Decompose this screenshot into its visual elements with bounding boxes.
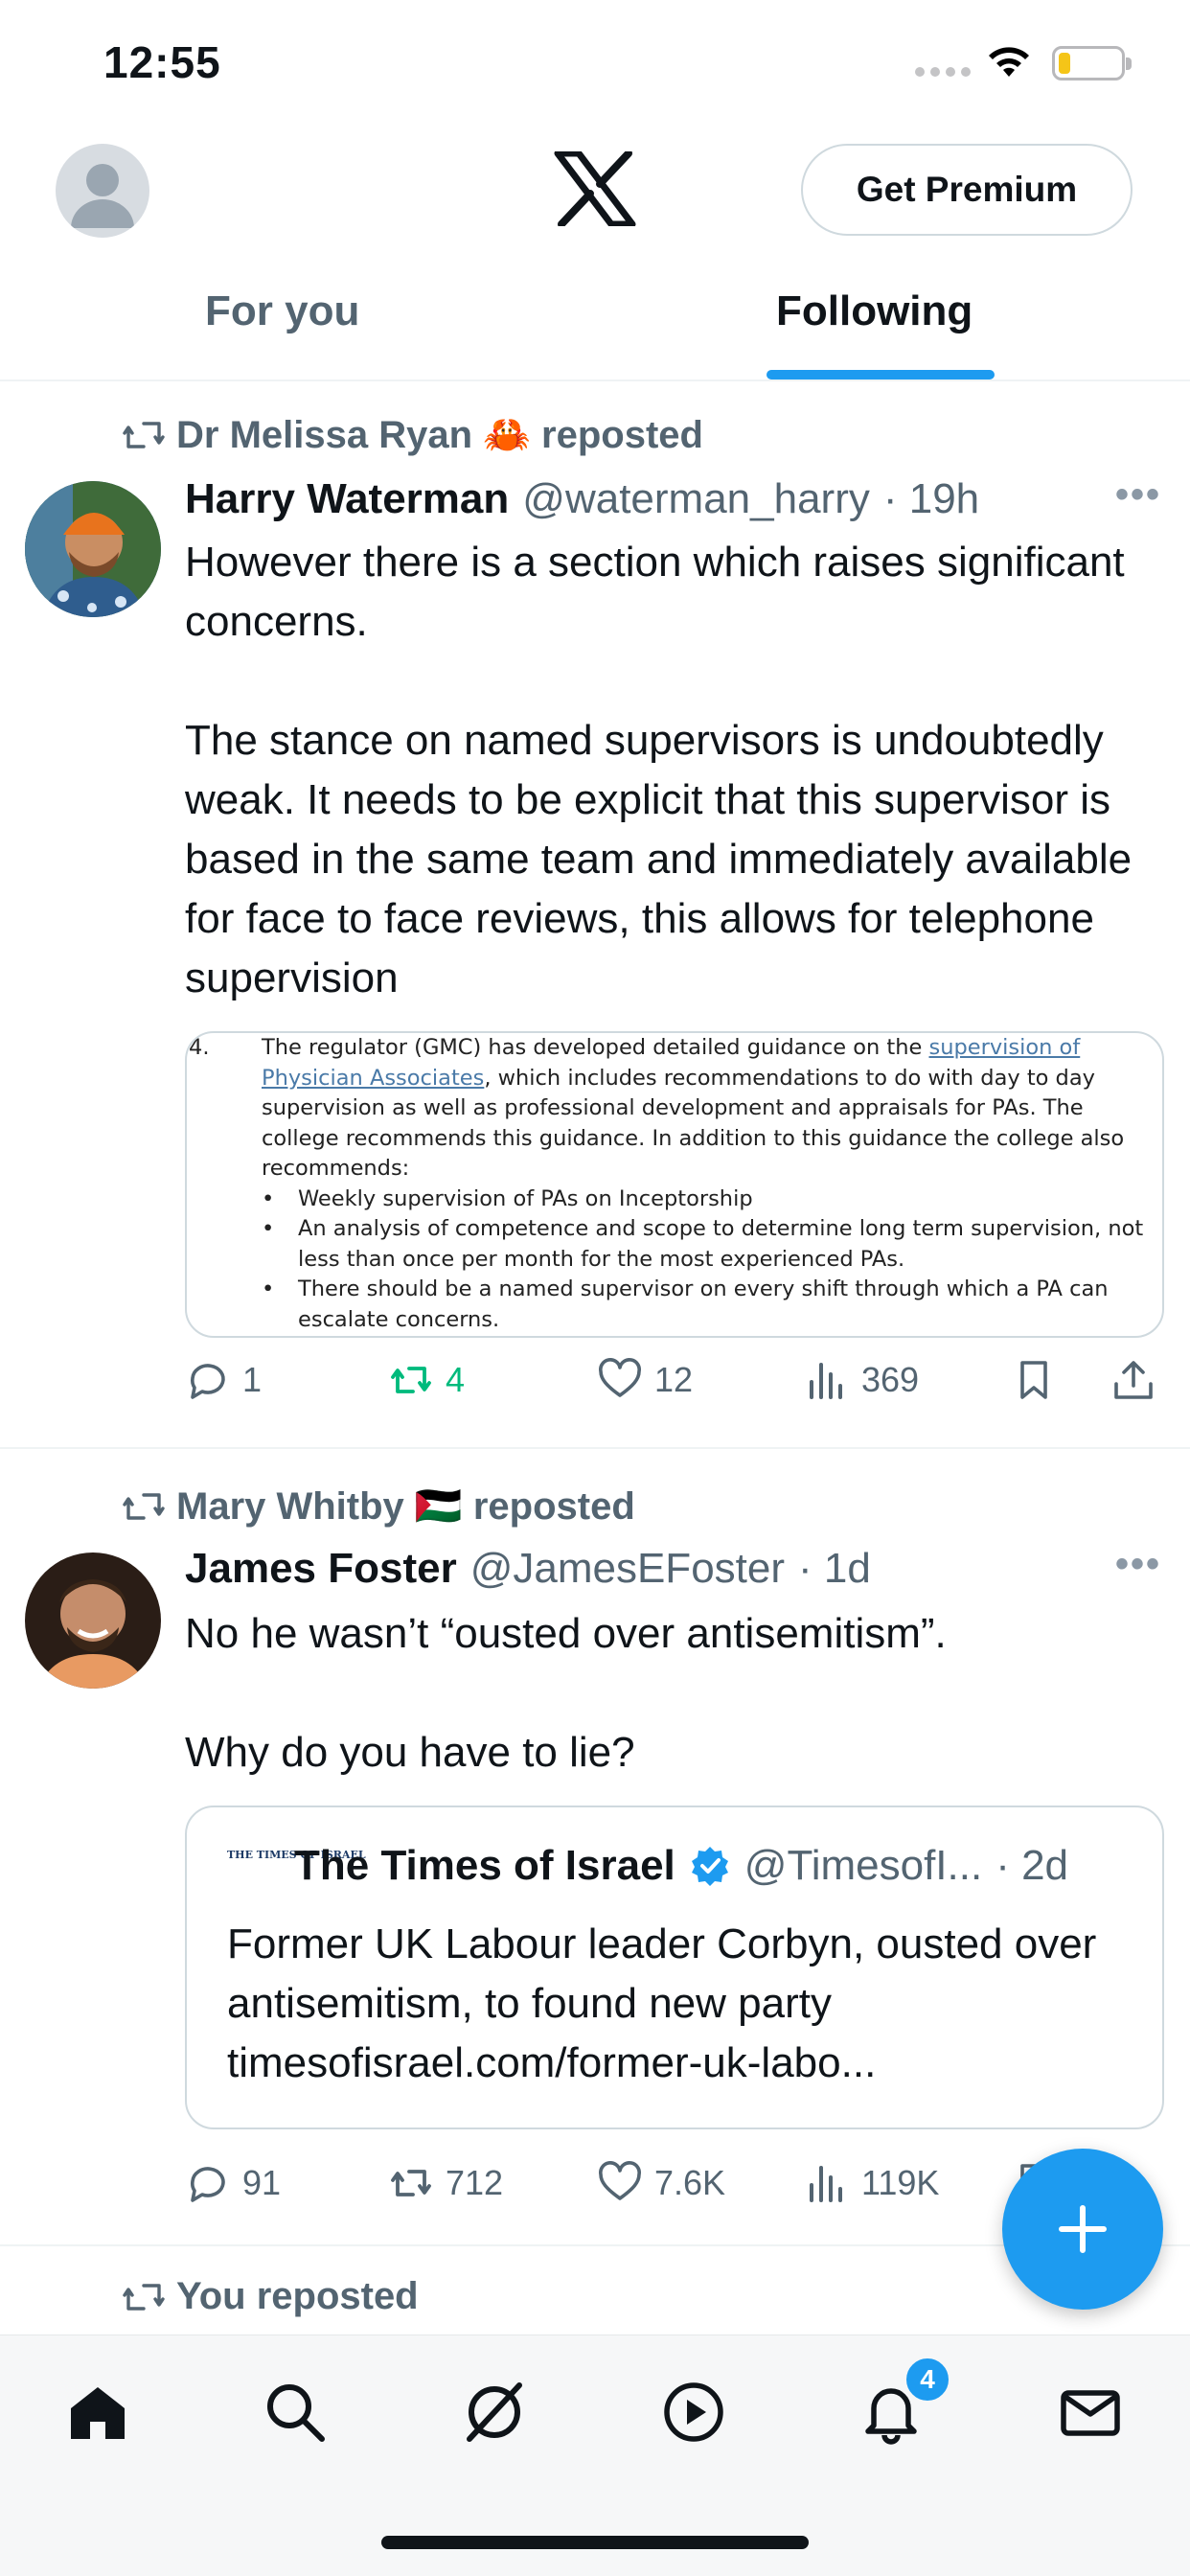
view-count: 369: [861, 1360, 920, 1399]
doc-bullet: There should be a named supervisor on ev…: [262, 1275, 1162, 1335]
view-count: 119K: [861, 2163, 940, 2202]
quoted-tweet-time: · 2d: [995, 1842, 1069, 1889]
quoted-author-name: The Times of Israel: [294, 1842, 675, 1889]
search-icon: [267, 2384, 325, 2442]
bookmark-button[interactable]: [1011, 1357, 1057, 1403]
avatar[interactable]: [25, 481, 161, 617]
repost-icon: [391, 1367, 431, 1393]
nav-search[interactable]: [257, 2374, 333, 2450]
more-options-icon[interactable]: •••: [1115, 1543, 1161, 1586]
repost-button[interactable]: 712: [388, 2160, 503, 2206]
nav-video[interactable]: [655, 2374, 732, 2450]
tweet-header: Harry Waterman @waterman_harry · 19h: [185, 475, 979, 523]
reply-button[interactable]: 91: [185, 2160, 281, 2206]
compose-button[interactable]: [1002, 2149, 1163, 2310]
tweet-time: · 19h: [882, 475, 980, 522]
tweet-time: · 1d: [798, 1545, 871, 1592]
repost-icon: [123, 1492, 165, 1520]
times-of-israel-logo: THE TIMES OF ISRAEL: [227, 1849, 366, 1861]
views-icon: [810, 1363, 842, 1399]
repost-icon: [123, 2283, 165, 2311]
nav-home[interactable]: [59, 2374, 136, 2450]
video-play-icon: [664, 2382, 723, 2442]
tab-for-you[interactable]: For you: [205, 288, 359, 335]
home-icon: [71, 2387, 125, 2439]
notification-badge: 4: [903, 2355, 952, 2404]
quoted-tweet-text: Former UK Labour leader Corbyn, ousted o…: [227, 1920, 1097, 2086]
doc-number: 4.: [189, 1035, 210, 1060]
bookmark-icon: [1020, 1361, 1047, 1399]
like-button[interactable]: 7.6K: [597, 2160, 725, 2206]
repost-context-text: Dr Melissa Ryan 🦀 reposted: [176, 414, 703, 456]
quoted-tweet-header: THE TIMES OF ISRAEL The Times of Israel …: [227, 1842, 1068, 1890]
repost-count: 712: [446, 2163, 504, 2202]
home-indicator: [381, 2536, 809, 2549]
tab-following[interactable]: Following: [776, 288, 973, 335]
status-bar: 12:55: [0, 0, 1190, 129]
doc-text-pre: The regulator (GMC) has developed detail…: [262, 1035, 929, 1060]
repost-context: Dr Melissa Ryan 🦀 reposted: [123, 412, 703, 457]
nav-messages[interactable]: [1052, 2374, 1129, 2450]
verified-badge-icon: [691, 1847, 728, 1886]
repost-context: You reposted: [123, 2275, 419, 2318]
share-icon: [1114, 1361, 1153, 1399]
get-premium-button[interactable]: Get Premium: [801, 144, 1133, 236]
reply-button[interactable]: 1: [185, 1357, 262, 1403]
views-button[interactable]: 119K: [804, 2160, 939, 2206]
grok-icon: [467, 2382, 522, 2442]
repost-context: Mary Whitby 🇵🇸 reposted: [123, 1484, 635, 1529]
tweet-text: No he wasn’t “ousted over antisemitism”.…: [185, 1610, 947, 1776]
like-count: 12: [654, 1360, 694, 1399]
attached-image[interactable]: 4. The regulator (GMC) has developed deta…: [185, 1031, 1164, 1338]
signal-dots-icon: [915, 67, 971, 77]
wifi-icon: [989, 47, 1029, 77]
plus-icon: [1059, 2205, 1107, 2253]
reply-count: 91: [242, 2163, 282, 2202]
quoted-author-handle: @TimesofI...: [744, 1842, 983, 1889]
like-count: 7.6K: [654, 2163, 726, 2202]
author-handle[interactable]: @JamesEFoster: [470, 1545, 785, 1593]
tweet-actions: 1 4 12 369: [185, 1357, 1162, 1414]
repost-context-text: Mary Whitby 🇵🇸 reposted: [176, 1485, 635, 1528]
more-options-icon[interactable]: •••: [1115, 473, 1161, 517]
quoted-tweet[interactable]: THE TIMES OF ISRAEL The Times of Israel …: [185, 1806, 1164, 2129]
reply-icon: [190, 2167, 225, 2202]
x-logo-icon[interactable]: [554, 151, 636, 226]
heart-icon: [599, 1358, 641, 1397]
doc-bullet: Weekly supervision of PAs on Inceptorshi…: [262, 1184, 1162, 1215]
like-button[interactable]: 12: [597, 1357, 693, 1403]
author-name[interactable]: Harry Waterman: [185, 475, 509, 523]
views-icon: [810, 2166, 842, 2202]
repost-icon: [391, 2170, 431, 2196]
reply-icon: [190, 1364, 225, 1399]
battery-low-icon: [1052, 46, 1132, 80]
repost-count: 4: [446, 1360, 466, 1399]
tweet-header: James Foster @JamesEFoster · 1d: [185, 1545, 871, 1593]
document-excerpt: 4. The regulator (GMC) has developed deta…: [187, 1033, 1162, 1335]
avatar[interactable]: [25, 1552, 161, 1689]
repost-context-text: You reposted: [176, 2275, 419, 2317]
active-tab-indicator: [767, 370, 995, 380]
repost-button[interactable]: 4: [388, 1357, 465, 1403]
author-name[interactable]: James Foster: [185, 1545, 457, 1593]
views-button[interactable]: 369: [804, 1357, 919, 1403]
timeline-tabs: For you Following: [0, 249, 1190, 381]
tweet[interactable]: Mary Whitby 🇵🇸 reposted James Foster @Ja…: [0, 1449, 1190, 2246]
messages-icon: [1061, 2390, 1120, 2436]
tweet-text: However there is a section which raises …: [185, 539, 1133, 1001]
repost-icon: [123, 421, 165, 448]
share-button[interactable]: [1110, 1357, 1156, 1403]
reply-count: 1: [242, 1360, 263, 1399]
author-handle[interactable]: @waterman_harry: [522, 475, 870, 523]
default-avatar-icon[interactable]: [56, 144, 149, 238]
heart-icon: [599, 2161, 641, 2200]
nav-grok[interactable]: [456, 2374, 533, 2450]
status-time: 12:55: [103, 37, 221, 87]
tweet[interactable]: Dr Melissa Ryan 🦀 reposted Harry Waterma…: [0, 383, 1190, 1449]
doc-bullet: An analysis of competence and scope to d…: [262, 1214, 1162, 1275]
